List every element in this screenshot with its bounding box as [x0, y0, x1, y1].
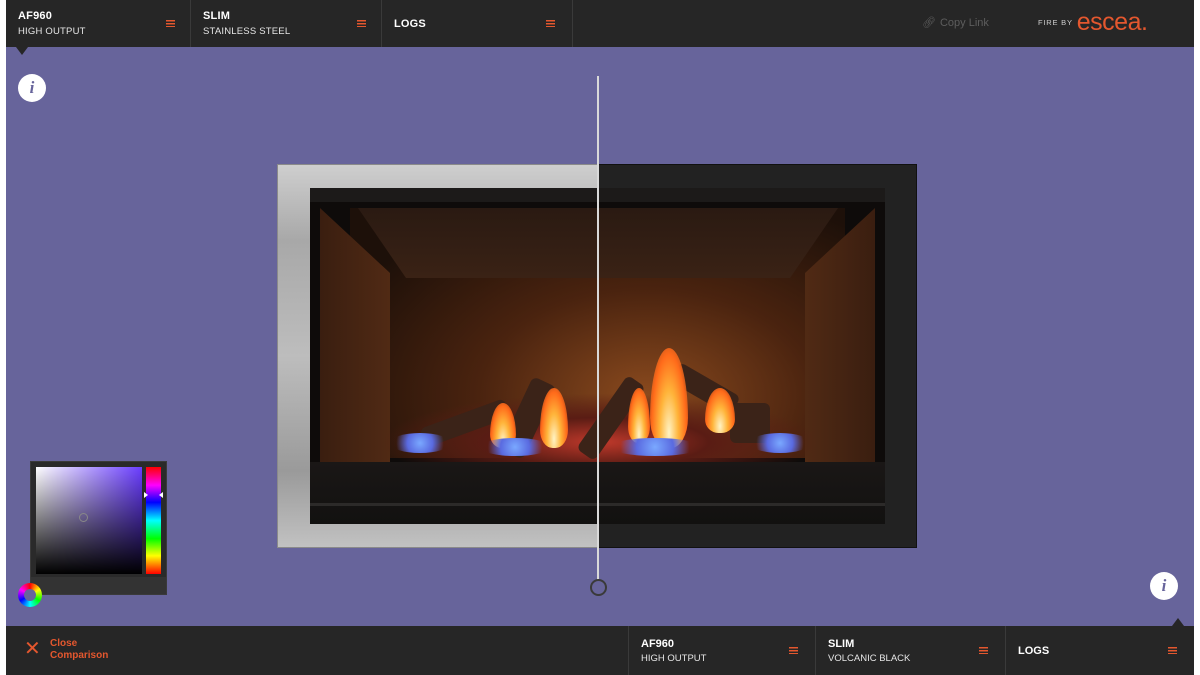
- hue-slider-marker[interactable]: [159, 492, 163, 498]
- bottom-fascia-title: SLIM: [828, 638, 855, 650]
- brand-logo: FIRE BY escea.: [1038, 8, 1148, 38]
- bottom-fascia-subtitle: VOLCANIC BLACK: [828, 653, 911, 664]
- wall-color-picker: [30, 461, 167, 595]
- top-fascia-title: SLIM: [203, 10, 231, 22]
- top-fuel-title: LOGS: [394, 18, 426, 30]
- ember-glow: [750, 433, 810, 453]
- info-icon[interactable]: i: [1150, 572, 1178, 600]
- link-icon: 🔗︎: [922, 17, 936, 29]
- close-comparison-button[interactable]: ✕ Close Comparison: [20, 636, 150, 666]
- close-comparison-label-line2: Comparison: [50, 650, 109, 661]
- copy-link-label: Copy Link: [939, 17, 989, 29]
- comparison-slider-line[interactable]: [597, 76, 599, 580]
- top-fascia-subtitle: STAINLESS STEEL: [203, 26, 291, 37]
- color-wheel-icon[interactable]: [18, 583, 42, 607]
- brand-name: escea.: [1076, 8, 1148, 36]
- top-fascia-selector[interactable]: SLIM STAINLESS STEEL: [191, 0, 382, 47]
- close-comparison-label: Close Comparison: [50, 638, 140, 662]
- active-selection-caret: [1172, 618, 1184, 626]
- ember-glow: [610, 438, 700, 456]
- bottom-toolbar: ✕ Close Comparison AF960 HIGH OUTPUT SLIM…: [6, 626, 1194, 675]
- ember-glow: [480, 438, 550, 456]
- menu-icon: [979, 647, 988, 654]
- info-icon[interactable]: i: [18, 74, 46, 102]
- bottom-model-subtitle: HIGH OUTPUT: [641, 653, 707, 664]
- ember-glow: [390, 433, 450, 453]
- color-picker-cursor[interactable]: [79, 513, 88, 522]
- color-saturation-area[interactable]: [36, 467, 142, 574]
- bottom-fascia-selector[interactable]: SLIM VOLCANIC BLACK: [815, 626, 1005, 675]
- bottom-model-title: AF960: [641, 638, 675, 650]
- menu-icon: [357, 20, 366, 27]
- top-model-title: AF960: [18, 10, 53, 22]
- color-picker-footer: [31, 577, 166, 594]
- top-fuel-selector[interactable]: LOGS: [382, 0, 573, 47]
- menu-icon: [546, 20, 555, 27]
- brand-prefix: FIRE BY: [1038, 18, 1073, 27]
- copy-link-button[interactable]: 🔗︎ Copy Link: [922, 16, 989, 29]
- close-comparison-label-line1: Close: [50, 638, 78, 649]
- top-toolbar: AF960 HIGH OUTPUT SLIM STAINLESS STEEL L…: [6, 0, 1194, 47]
- close-icon: ✕: [24, 638, 41, 660]
- active-selection-caret: [16, 47, 28, 55]
- bottom-fuel-selector[interactable]: LOGS: [1005, 626, 1194, 675]
- top-model-selector[interactable]: AF960 HIGH OUTPUT: [6, 0, 191, 47]
- hue-slider-marker[interactable]: [144, 492, 148, 498]
- bottom-model-selector[interactable]: AF960 HIGH OUTPUT: [628, 626, 815, 675]
- bottom-fuel-title: LOGS: [1018, 645, 1050, 657]
- comparison-slider-handle[interactable]: [590, 579, 607, 596]
- hue-slider[interactable]: [146, 467, 161, 574]
- menu-icon: [166, 20, 175, 27]
- menu-icon: [789, 647, 798, 654]
- comparison-stage: AF960 HIGH OUTPUT SLIM STAINLESS STEEL L…: [6, 0, 1194, 675]
- menu-icon: [1168, 647, 1177, 654]
- top-model-subtitle: HIGH OUTPUT: [18, 26, 86, 37]
